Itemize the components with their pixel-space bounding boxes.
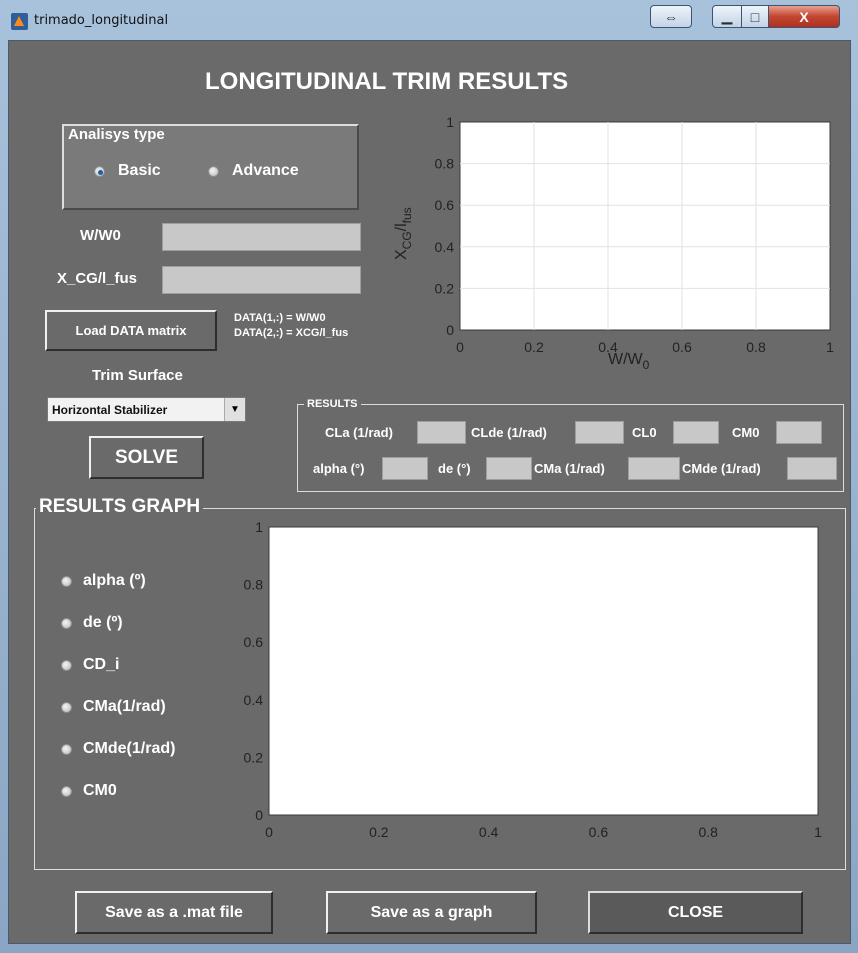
- chevron-down-icon[interactable]: ▼: [224, 398, 245, 421]
- results-x-tick-0: 0: [265, 824, 273, 840]
- xcg-xlabel: W/W0: [608, 351, 650, 372]
- maximize-button[interactable]: □: [741, 5, 769, 28]
- xcg-plot-area: [459, 121, 831, 331]
- cmde-field: [787, 457, 837, 480]
- xcg-x-tick-3: 0.6: [672, 339, 692, 355]
- basic-radio[interactable]: [94, 166, 105, 177]
- xcg-x-tick-0: 0: [456, 339, 464, 355]
- analysis-type-legend: Analisys type: [65, 126, 168, 143]
- window-title: trimado_longitudinal: [34, 13, 169, 28]
- minimize-button[interactable]: ▁: [712, 5, 742, 28]
- results-chart: 0 0.2 0.4 0.6 0.8 1 0 0.2 0.4 0.6 0.8 1: [244, 519, 823, 840]
- title-bar[interactable]: trimado_longitudinal ⇔ ▁ □ X: [0, 0, 858, 40]
- results-y-tick-0: 0: [255, 807, 263, 823]
- cm0-field: [776, 421, 822, 444]
- cl0-label: CL0: [632, 425, 657, 440]
- basic-label[interactable]: Basic: [118, 162, 161, 180]
- data-hint-1: DATA(1,:) = W/W0: [234, 312, 326, 324]
- xcg-y-tick-2: 0.4: [435, 239, 455, 255]
- page-title: LONGITUDINAL TRIM RESULTS: [205, 68, 569, 95]
- xcg-field[interactable]: [162, 266, 361, 294]
- results-x-tick-3: 0.6: [589, 824, 609, 840]
- cmde-label: CMde (1/rad): [682, 461, 761, 476]
- xcg-y-tick-1: 0.2: [435, 280, 455, 296]
- graph-option-radio[interactable]: [61, 660, 72, 671]
- xcg-ylabel: XCG/lfus: [393, 207, 414, 260]
- cma-field: [628, 457, 680, 480]
- advance-label[interactable]: Advance: [232, 162, 299, 180]
- graph-option-radio[interactable]: [61, 744, 72, 755]
- xcg-chart: 0 0.2 0.4 0.6 0.8 1 0 0.2 0.4 0.6 0.8 1 W/W0 XCG/l…: [393, 114, 834, 372]
- xcg-x-tick-5: 1: [826, 339, 834, 355]
- results-y-tick-1: 0.2: [244, 749, 264, 765]
- graph-option-label[interactable]: CMa(1/rad): [83, 698, 166, 716]
- w-ratio-field[interactable]: [162, 223, 361, 251]
- graph-option-label[interactable]: de (º): [83, 614, 123, 632]
- results-y-tick-3: 0.6: [244, 634, 264, 650]
- data-hint-2: DATA(2,:) = XCG/l_fus: [234, 327, 349, 339]
- solve-button[interactable]: SOLVE: [89, 436, 204, 479]
- xcg-y-tick-5: 1: [446, 114, 454, 130]
- save-mat-button[interactable]: Save as a .mat file: [75, 891, 273, 934]
- trim-surface-value: Horizontal Stabilizer: [52, 402, 168, 417]
- graph-option-label[interactable]: CMde(1/rad): [83, 740, 175, 758]
- alpha-field: [382, 457, 428, 480]
- cla-label: CLa (1/rad): [325, 425, 393, 440]
- results-x-ticks: 0 0.2 0.4 0.6 0.8 1: [265, 824, 822, 840]
- advance-radio[interactable]: [208, 166, 219, 177]
- cma-label: CMa (1/rad): [534, 461, 605, 476]
- results-group: [297, 404, 844, 492]
- results-x-tick-4: 0.8: [698, 824, 718, 840]
- graph-option-label[interactable]: CM0: [83, 782, 117, 800]
- xcg-x-tick-1: 0.2: [524, 339, 544, 355]
- xcg-y-ticks: 0 0.2 0.4 0.6 0.8 1: [435, 114, 455, 338]
- results-x-tick-1: 0.2: [369, 824, 389, 840]
- close-button[interactable]: CLOSE: [588, 891, 803, 934]
- results-y-tick-4: 0.8: [244, 577, 264, 593]
- graph-option-radio[interactable]: [61, 702, 72, 713]
- xcg-y-tick-4: 0.8: [435, 156, 455, 172]
- results-graph-legend: RESULTS GRAPH: [36, 496, 204, 518]
- close-window-button[interactable]: X: [768, 5, 840, 28]
- results-y-tick-2: 0.4: [244, 692, 264, 708]
- alpha-label: alpha (°): [313, 461, 365, 476]
- clde-field: [575, 421, 624, 444]
- results-y-ticks: 0 0.2 0.4 0.6 0.8 1: [244, 519, 264, 823]
- graph-option-label[interactable]: alpha (º): [83, 572, 146, 590]
- cla-field: [417, 421, 466, 444]
- results-plot-area: [268, 526, 819, 816]
- xcg-label: X_CG/l_fus: [57, 270, 138, 287]
- de-label: de (°): [438, 461, 471, 476]
- trim-surface-select[interactable]: Horizontal Stabilizer ▼: [47, 397, 246, 422]
- matlab-icon: [11, 13, 28, 30]
- resize-button[interactable]: ⇔: [650, 5, 692, 28]
- cm0-label: CM0: [732, 425, 760, 440]
- w-ratio-label: W/W0: [80, 227, 121, 244]
- graph-option-radio[interactable]: [61, 618, 72, 629]
- xcg-y-tick-0: 0: [446, 322, 454, 338]
- xcg-x-ticks: 0 0.2 0.4 0.6 0.8 1: [456, 339, 834, 355]
- de-field: [486, 457, 532, 480]
- results-x-tick-2: 0.4: [479, 824, 499, 840]
- graph-option-radio[interactable]: [61, 786, 72, 797]
- results-y-tick-5: 1: [255, 519, 263, 535]
- trim-surface-label: Trim Surface: [92, 367, 183, 384]
- graph-option-radio[interactable]: [61, 576, 72, 587]
- load-data-button[interactable]: Load DATA matrix: [45, 310, 217, 351]
- results-legend: RESULTS: [304, 398, 361, 410]
- xcg-x-tick-4: 0.8: [746, 339, 766, 355]
- cl0-field: [673, 421, 719, 444]
- save-graph-button[interactable]: Save as a graph: [326, 891, 537, 934]
- xcg-y-tick-3: 0.6: [435, 197, 455, 213]
- clde-label: CLde (1/rad): [471, 425, 547, 440]
- results-x-tick-5: 1: [814, 824, 822, 840]
- graph-option-label[interactable]: CD_i: [83, 656, 119, 674]
